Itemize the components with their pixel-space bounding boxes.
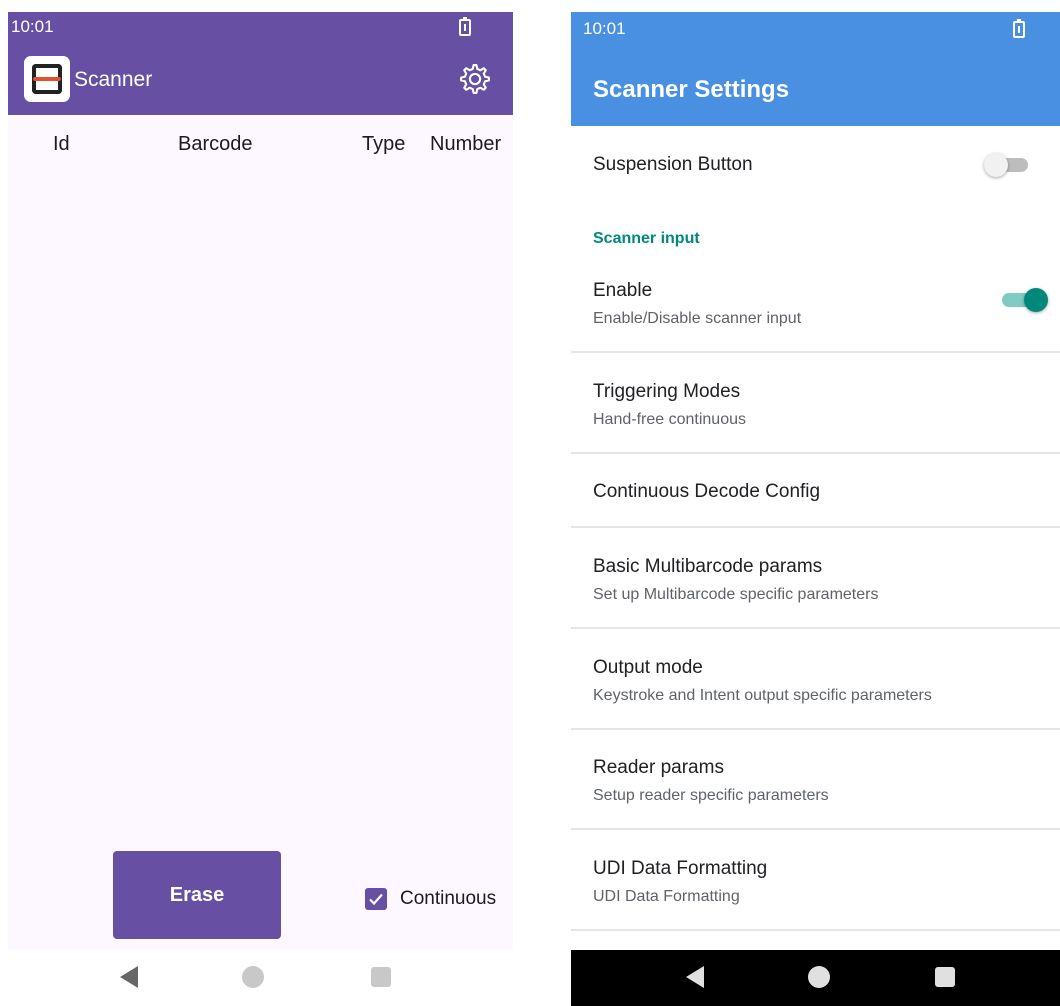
- scanner-screen: 10:01 Scanner Id Barcode Type Number Era…: [8, 12, 513, 950]
- setting-subtitle: Keystroke and Intent output specific par…: [593, 687, 932, 704]
- column-header-barcode: Barcode: [178, 133, 253, 155]
- setting-title: Continuous Decode Config: [593, 481, 821, 502]
- setting-title: Basic Multibarcode params: [593, 556, 823, 577]
- scanner-logo-icon: [24, 56, 70, 102]
- column-header-id: Id: [53, 133, 70, 155]
- recents-square-icon[interactable]: [371, 967, 391, 987]
- erase-button[interactable]: Erase: [113, 851, 281, 939]
- setting-subtitle: Setup reader specific parameters: [593, 787, 829, 804]
- left-nav-bar: [0, 950, 571, 1006]
- setting-subtitle: UDI Data Formatting: [593, 888, 740, 905]
- page-title: Scanner Settings: [593, 76, 790, 103]
- back-triangle-icon[interactable]: [120, 966, 138, 988]
- divider: [571, 351, 1060, 353]
- right-nav-bar: [571, 950, 1060, 1006]
- settings-screen: 10:01 Scanner Settings Suspension Button…: [571, 12, 1060, 1006]
- setting-title: UDI Data Formatting: [593, 858, 768, 879]
- status-time: 10:01: [583, 19, 626, 38]
- setting-title: Enable: [593, 280, 653, 301]
- app-bar: Scanner Settings: [571, 44, 1060, 126]
- divider: [571, 452, 1060, 454]
- status-bar: 10:01: [8, 12, 513, 42]
- setting-subtitle: Set up Multibarcode specific parameters: [593, 586, 879, 603]
- divider: [571, 828, 1060, 830]
- navigation-bar: [0, 950, 1060, 1006]
- home-circle-icon[interactable]: [242, 966, 264, 988]
- status-bar: 10:01: [571, 12, 1060, 44]
- divider: [571, 728, 1060, 730]
- page-title: Scanner: [74, 68, 153, 91]
- continuous-checkbox[interactable]: [365, 888, 387, 910]
- setting-title: Output mode: [593, 657, 703, 678]
- back-triangle-icon[interactable]: [686, 966, 704, 988]
- app-bar: Scanner: [8, 42, 513, 115]
- continuous-label: Continuous: [400, 888, 497, 909]
- divider: [571, 627, 1060, 629]
- checkmark-icon: [369, 893, 383, 906]
- divider: [571, 526, 1060, 528]
- setting-subtitle: Hand-free continuous: [593, 411, 746, 428]
- setting-title: Reader params: [593, 757, 724, 778]
- column-header-number: Number: [430, 133, 502, 155]
- suspension-toggle[interactable]: [984, 149, 1036, 181]
- enable-toggle[interactable]: [996, 284, 1048, 316]
- status-time: 10:01: [11, 17, 54, 36]
- battery-charging-icon: [1013, 19, 1025, 38]
- section-header-scanner-input: Scanner input: [593, 230, 700, 247]
- setting-title: Triggering Modes: [593, 381, 741, 402]
- battery-charging-icon: [459, 17, 471, 36]
- setting-title: Suspension Button: [593, 154, 753, 175]
- home-circle-icon[interactable]: [808, 966, 830, 988]
- recents-square-icon[interactable]: [935, 967, 955, 987]
- column-header-type: Type: [362, 133, 406, 155]
- setting-subtitle: Enable/Disable scanner input: [593, 310, 802, 327]
- divider: [571, 929, 1060, 931]
- gear-icon[interactable]: [458, 62, 492, 96]
